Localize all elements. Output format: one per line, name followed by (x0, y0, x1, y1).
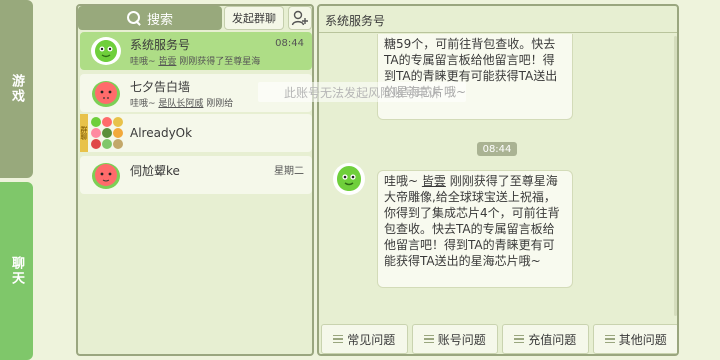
contact-name: 系统服务号 (130, 38, 191, 52)
chat-panel: 系统服务号 糖59个，可前往背包查收。快去TA的专属留言板给他留言吧！得到TA的… (317, 4, 679, 356)
tab-games[interactable]: 游戏 (0, 0, 33, 178)
chat-title: 系统服务号 (325, 14, 386, 28)
search-button[interactable]: 搜索 (78, 6, 222, 30)
green-blob-avatar (333, 163, 365, 195)
faq-button-recharge[interactable]: 充值问题 (502, 324, 589, 354)
contact-name: 伺尬顰ke (130, 164, 180, 178)
contact-name: AlreadyOk (130, 126, 193, 140)
search-label: 搜索 (146, 12, 173, 28)
menu-icon (333, 335, 344, 343)
list-item-contact-4[interactable]: 伺尬顰ke 星期二 (80, 156, 312, 194)
chat-divider (319, 32, 677, 33)
left-rail: 游戏 聊天 (0, 0, 33, 360)
user-link[interactable]: 皆雲 (422, 174, 446, 188)
time-divider: 08:44 (477, 142, 517, 156)
group-avatar (91, 117, 123, 149)
contact-time: 08:44 (275, 38, 304, 49)
contact-time: 星期二 (274, 166, 304, 177)
list-item-group-alreadyok[interactable]: 群聊 AlreadyOk (80, 114, 312, 152)
watermelon-avatar (92, 163, 120, 189)
menu-icon (514, 335, 525, 343)
watermelon-avatar (92, 81, 120, 107)
list-item-system-service[interactable]: 系统服务号 08:44 哇哦~ 皆雲 刚刚获得了至尊星海 (80, 32, 312, 70)
contact-preview: 哇哦~ 皆雲 刚刚获得了至尊星海 (130, 57, 261, 67)
message-bubble: 哇哦~ 皆雲 刚刚获得了至尊星海大帝雕像,给全球球宝送上祝福，你得到了集成芯片4… (377, 170, 573, 288)
group-tag: 群聊 (80, 114, 88, 152)
contact-name: 七夕告白墙 (130, 80, 191, 94)
menu-icon (604, 335, 615, 343)
add-friend-icon (291, 10, 308, 26)
menu-icon (423, 335, 434, 343)
add-friend-button[interactable] (288, 6, 312, 30)
faq-bar: 常见问题 账号问题 充值问题 其他问题 (319, 322, 677, 354)
start-group-chat-button[interactable]: 发起群聊 (224, 6, 284, 30)
search-icon (126, 11, 141, 25)
faq-button-account[interactable]: 账号问题 (411, 324, 498, 354)
chat-scrollbar[interactable] (674, 36, 677, 316)
tab-chat[interactable]: 聊天 (0, 182, 33, 360)
green-blob-avatar (91, 37, 121, 65)
message-bubble: 糖59个，可前往背包查收。快去TA的专属留言板给他留言吧！得到TA的青睐更有可能… (377, 34, 573, 120)
faq-button-common[interactable]: 常见问题 (321, 324, 408, 354)
faq-button-other[interactable]: 其他问题 (592, 324, 677, 354)
toast-message: 此账号无法发起风险账号申诉 (258, 82, 466, 102)
